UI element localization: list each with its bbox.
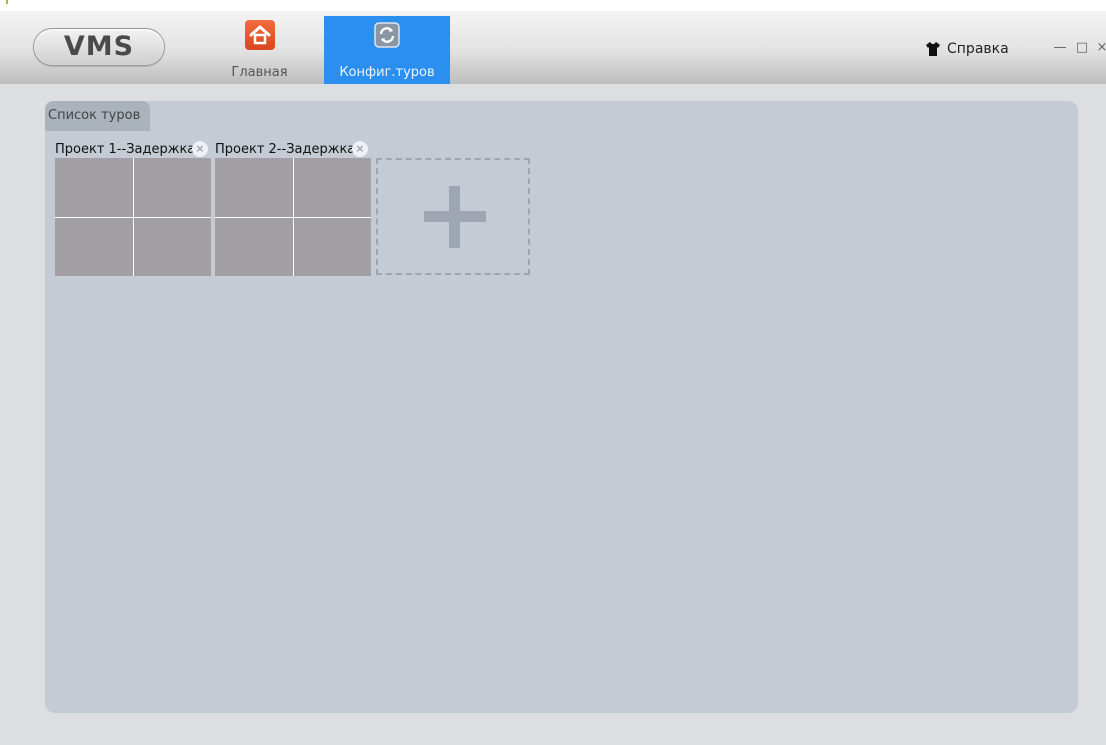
minimize-button[interactable]: — [1052, 39, 1068, 57]
help-link[interactable]: Справка [925, 41, 1009, 59]
tab-tour-config[interactable]: Конфиг.туров [324, 16, 450, 84]
maximize-button[interactable]: □ [1074, 39, 1090, 57]
add-tour-button[interactable] [376, 158, 530, 275]
grid-cell [293, 217, 371, 276]
app-window: VMS Главная Конфиг.туров Справка — □ × С… [0, 11, 1106, 745]
tab-tour-config-label: Конфиг.туров [339, 65, 435, 80]
close-icon[interactable]: × [192, 141, 208, 157]
shirt-icon [926, 42, 940, 56]
tab-home[interactable]: Главная [222, 16, 297, 84]
tab-home-label: Главная [231, 65, 288, 80]
corner-mark [6, 0, 8, 4]
grid-cell [215, 158, 293, 217]
refresh-icon [372, 20, 402, 50]
tour-list-panel: Список туров Проект 1--Задержка × Проект… [45, 101, 1078, 713]
grid-cell [55, 217, 133, 276]
grid-cell [293, 158, 371, 217]
home-icon [244, 20, 275, 50]
tour-card[interactable]: Проект 2--Задержка × [215, 141, 371, 277]
app-logo: VMS [33, 28, 165, 66]
tour-layout-grid[interactable] [215, 158, 371, 276]
grid-cell [55, 158, 133, 217]
close-button[interactable]: × [1094, 39, 1106, 57]
titlebar: VMS Главная Конфиг.туров Справка — □ × [0, 11, 1106, 84]
tour-title: Проект 1--Задержка [55, 142, 195, 157]
tour-layout-grid[interactable] [55, 158, 211, 276]
tour-title: Проект 2--Задержка [215, 142, 355, 157]
tour-list-tab[interactable]: Список туров [45, 101, 150, 131]
tour-card[interactable]: Проект 1--Задержка × [55, 141, 211, 277]
close-icon[interactable]: × [352, 141, 368, 157]
grid-cell [215, 217, 293, 276]
grid-cell [133, 158, 211, 217]
help-label: Справка [947, 41, 1009, 57]
plus-icon-vertical [449, 186, 460, 248]
grid-cell [133, 217, 211, 276]
